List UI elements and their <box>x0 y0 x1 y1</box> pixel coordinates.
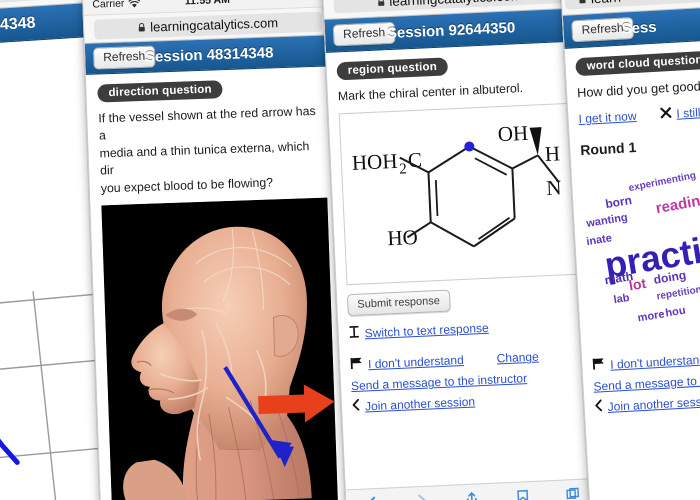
cloud-word: wanting <box>585 211 629 231</box>
url-text: learningcatalytics.com <box>389 0 522 8</box>
change-link[interactable]: Change <box>496 350 539 366</box>
cloud-word: born <box>604 193 633 212</box>
label-n: N <box>546 176 562 201</box>
lock-icon <box>138 22 145 32</box>
molecule-response-area[interactable]: HOH 2 C HO OH H N <box>338 103 579 286</box>
clock: 11:55 AM <box>184 0 231 8</box>
cloud-word: lab <box>612 292 631 307</box>
question-type-tag: word cloud question <box>575 50 700 77</box>
label-ho: HO <box>387 225 418 250</box>
url-text: ngcatalytics. <box>0 0 24 4</box>
cloud-word: doing <box>652 267 688 288</box>
flag-icon <box>592 356 606 375</box>
close-icon <box>660 105 672 124</box>
anatomy-image[interactable] <box>101 197 339 500</box>
join-another-session-link[interactable]: Join another session <box>607 394 700 414</box>
bookmarks-icon[interactable] <box>516 489 530 500</box>
chevron-left-icon <box>352 398 361 416</box>
question-text: Mark the chiral center in albuterol. <box>337 80 524 104</box>
dont-understand-row[interactable]: I don't understand Change <box>592 344 700 375</box>
cloud-word: experimenting <box>627 170 697 195</box>
chiral-center-marker <box>464 141 475 152</box>
lock-icon <box>377 0 384 6</box>
label-oh: OH <box>497 121 528 146</box>
cloud-word: lot <box>627 275 648 294</box>
i-get-it-now-link[interactable]: I get it now <box>578 109 637 126</box>
back-icon[interactable] <box>365 495 379 500</box>
send-message-link[interactable]: Send a message to the instructor <box>351 372 528 394</box>
question-text: If the vessel shown at the red arrow has… <box>98 103 316 196</box>
svg-text:2: 2 <box>399 162 407 178</box>
flag-icon <box>350 356 364 375</box>
refresh-button[interactable]: Refresh <box>92 45 156 70</box>
word-cloud[interactable]: practi experimenting reading born wanting ina… <box>581 157 700 345</box>
text-cursor-icon <box>348 325 360 343</box>
wifi-icon <box>128 0 141 8</box>
i-dont-understand-link[interactable]: I don't understand <box>368 353 464 371</box>
tabs-icon[interactable] <box>566 486 580 500</box>
screenshot-stage: ngcatalytics. sion 48314348 question e t… <box>0 0 700 500</box>
browser-toolbar[interactable] <box>345 478 599 500</box>
join-session-row[interactable]: Join another session <box>352 388 585 417</box>
refresh-button[interactable]: Refresh <box>332 22 396 47</box>
panel-direction-question[interactable]: Carrier 11:55 AM learningcatalytics.com <box>82 0 351 500</box>
i-still-dont-get-it-link[interactable]: I still <box>676 106 700 121</box>
label-hoh2c: HOH <box>351 149 398 175</box>
chevron-left-icon <box>594 398 603 416</box>
carrier-label: Carrier <box>92 0 125 11</box>
question-type-tag: region question <box>336 57 449 81</box>
switch-to-text-response-link[interactable]: Switch to text response <box>364 321 489 341</box>
round-label: Round 1 <box>579 139 637 159</box>
forward-icon[interactable] <box>415 493 429 500</box>
cloud-word: hou <box>664 304 687 320</box>
lock-icon <box>579 0 586 3</box>
share-icon[interactable] <box>465 491 479 500</box>
submit-response-button[interactable]: Submit response <box>346 289 451 317</box>
question-text: How did you get good at <box>576 78 700 101</box>
label-h: H <box>544 142 560 167</box>
i-dont-understand-link[interactable]: I don't understand <box>610 353 700 372</box>
question-type-tag: direction question <box>97 80 224 103</box>
cloud-word: more <box>636 308 666 325</box>
anatomy-illustration <box>101 197 339 500</box>
cloud-word: reading <box>654 190 700 218</box>
join-another-session-link[interactable]: Join another session <box>365 395 476 414</box>
refresh-button[interactable]: Refresh <box>571 17 635 42</box>
cloud-word: repetition <box>655 284 700 303</box>
panel-region-question[interactable]: learningcatalytics.com Refresh Session 9… <box>322 0 600 500</box>
url-text: learn <box>590 0 621 6</box>
url-text: learningcatalytics.com <box>149 15 279 35</box>
albuterol-structure[interactable]: HOH 2 C HO OH H N <box>340 104 579 284</box>
switch-to-text-row[interactable]: Switch to text response <box>348 315 581 344</box>
